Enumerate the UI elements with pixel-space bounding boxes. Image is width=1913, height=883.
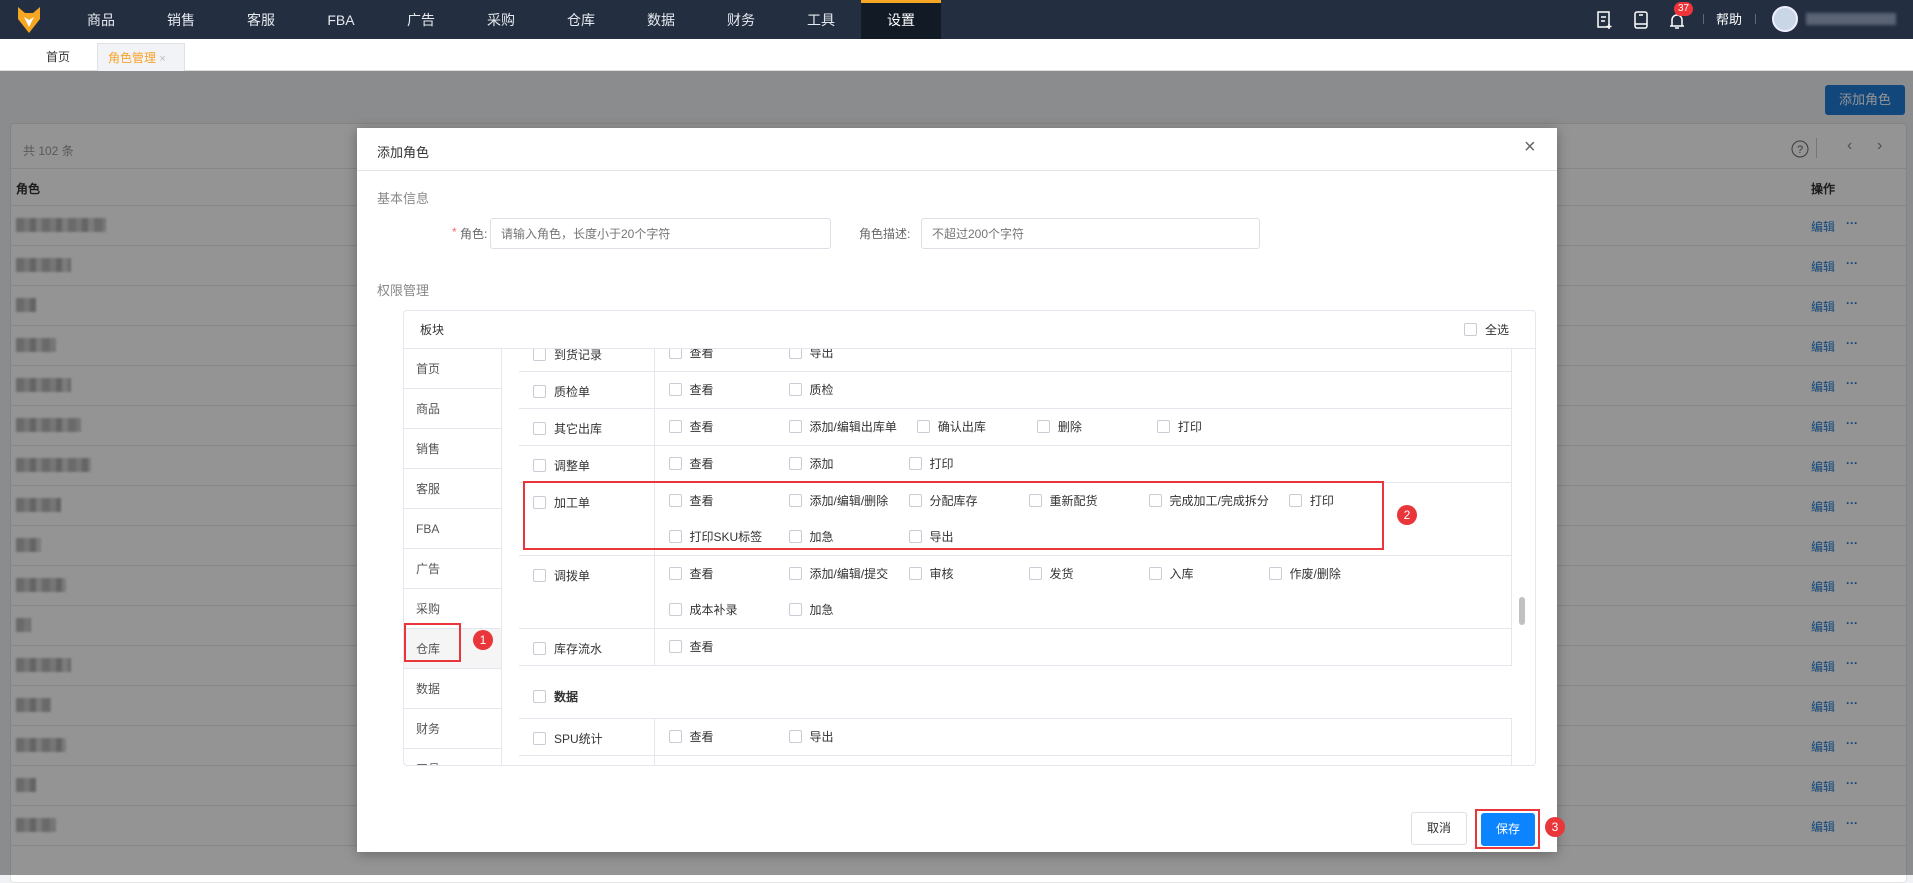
permission-checkbox[interactable]: 查看 [668,629,789,665]
role-input[interactable] [490,218,831,249]
module-item[interactable]: 工具 [404,749,501,765]
permission-row: 质检单 查看 质检 [519,371,1512,409]
nav-item-5[interactable]: 采购 [461,0,541,39]
permission-row: 调整单 查看 添加 打印 [519,445,1512,483]
fox-logo-icon[interactable] [18,7,40,33]
data-section-checkbox[interactable]: 数据 [519,666,1512,718]
permission-checkbox[interactable]: 查看 [668,372,789,408]
module-item[interactable]: 客服 [404,469,501,509]
module-list: 首页商品销售客服FBA广告采购仓库数据财务工具 [404,349,502,765]
top-nav: 商品 销售 客服 FBA 广告 采购 仓库 数据 财务 工具 设置 37 帮助 [0,0,1913,39]
permission-checkbox[interactable]: 查看 [668,409,789,445]
permission-content: 到货记录 查看 导出 质检单 查看 质检 其它出库 查看 添加/编辑出库单 确认出库 删除 打印 调整单… [519,349,1529,765]
permission-checkbox[interactable]: 查看 [669,756,789,765]
mobile-icon[interactable] [1634,11,1648,29]
permission-row: 其它出库 查看 添加/编辑出库单 确认出库 删除 打印 [519,408,1512,446]
permission-checkbox[interactable]: 打印 [908,446,1029,482]
highlight-processing-order [523,481,1384,550]
scrollbar[interactable] [1519,349,1525,765]
modal-title: 添加角色 [377,145,430,160]
module-item[interactable]: 数据 [404,669,501,709]
permission-row: 到货记录 查看 导出 [519,349,1512,372]
annotation-1: 1 [473,630,493,650]
permission-checkbox[interactable]: 导出 [788,349,909,371]
avatar[interactable] [1772,6,1798,32]
nav-item-4[interactable]: 广告 [381,0,461,39]
permission-checkbox[interactable]: 查看 [668,719,789,755]
row-checkbox[interactable]: 其它出库 [533,422,602,436]
select-all-checkbox[interactable]: 全选 [1463,311,1509,349]
new-document-icon[interactable] [1597,11,1613,29]
module-item[interactable]: 销售 [404,429,501,469]
permission-checkbox[interactable]: 导出 [788,719,909,755]
nav-item-8[interactable]: 财务 [701,0,781,39]
module-item[interactable]: 商品 [404,389,501,429]
save-button[interactable]: 保存 [1481,813,1535,846]
permission-checkbox[interactable]: 删除 [1036,409,1157,445]
module-item[interactable]: 财务 [404,709,501,749]
description-label: 角色描述: [859,227,911,241]
nav-item-0[interactable]: 商品 [61,0,141,39]
permission-checkbox[interactable]: 确认出库 [916,409,1037,445]
role-label: 角色: [460,227,488,241]
permission-checkbox[interactable]: 查看 [668,446,789,482]
permission-checkbox[interactable]: 打印 [1156,409,1277,445]
permission-checkbox[interactable]: 添加/编辑/提交 [788,556,909,592]
permission-checkbox[interactable]: 作废/删除 [1268,556,1389,592]
annotation-2: 2 [1397,505,1417,525]
nav-item-6[interactable]: 仓库 [541,0,621,39]
row-checkbox[interactable]: 质检单 [533,385,590,399]
data-permissions: SPU统计查看导出经营看板查看导出 [519,718,1512,765]
permission-checkbox[interactable]: 加急 [788,592,909,628]
tab-home[interactable]: 首页 [36,43,80,71]
row-checkbox[interactable]: 到货记录 [533,349,602,362]
add-role-modal: 添加角色 × 基本信息 * 角色: 角色描述: 权限管理 板块 全选 首页商品销… [357,128,1565,852]
tab-bar: 首页 角色管理 × [0,39,1913,71]
row-checkbox[interactable]: 调拨单 [533,569,590,583]
nav-item-9[interactable]: 工具 [781,0,861,39]
close-icon[interactable]: × [1524,136,1536,159]
nav-item-10[interactable]: 设置 [861,0,941,39]
username-blurred[interactable] [1806,13,1896,25]
permission-row: 经营看板查看导出 [519,755,1512,765]
nav-item-3[interactable]: FBA [301,0,381,39]
notification-badge: 37 [1674,2,1694,16]
nav-item-2[interactable]: 客服 [221,0,301,39]
module-item[interactable]: FBA [404,509,501,549]
highlight-warehouse [404,623,461,662]
permission-checkbox[interactable]: 查看 [668,349,789,371]
permission-row: 调拨单 查看 添加/编辑/提交 审核 发货 入库 作废/删除成本补录 加急 [519,555,1512,629]
permission-checkbox[interactable]: 添加/编辑出库单 [788,409,917,445]
permission-checkbox[interactable]: 导出 [789,756,909,765]
basic-info-heading: 基本信息 [377,191,430,206]
permission-row: SPU统计 查看 导出 [519,718,1512,756]
close-tab-icon[interactable]: × [159,53,165,65]
permission-heading: 权限管理 [377,283,430,298]
module-item[interactable]: 广告 [404,549,501,589]
required-mark: * [452,225,457,239]
description-input[interactable] [921,218,1260,249]
nav-item-1[interactable]: 销售 [141,0,221,39]
module-header: 板块 [420,323,445,337]
row-checkbox[interactable]: 库存流水 [533,642,602,656]
help-link[interactable]: 帮助 [1716,0,1742,40]
annotation-3: 3 [1545,817,1565,837]
permission-checkbox[interactable]: 入库 [1148,556,1269,592]
nav-item-7[interactable]: 数据 [621,0,701,39]
permission-checkbox[interactable]: 成本补录 [668,592,789,628]
row-checkbox[interactable]: 调整单 [533,459,590,473]
permission-row: 库存流水 查看 [519,628,1512,666]
tab-role-management[interactable]: 角色管理 × [97,43,185,71]
permission-checkbox[interactable]: 质检 [788,372,909,408]
module-item[interactable]: 首页 [404,349,501,389]
permission-checkbox[interactable]: 添加 [788,446,909,482]
row-checkbox[interactable]: SPU统计 [533,732,603,746]
cancel-button[interactable]: 取消 [1411,812,1467,845]
permission-checkbox[interactable]: 审核 [908,556,1029,592]
permission-checkbox[interactable]: 发货 [1028,556,1149,592]
permission-checkbox[interactable]: 查看 [668,556,789,592]
